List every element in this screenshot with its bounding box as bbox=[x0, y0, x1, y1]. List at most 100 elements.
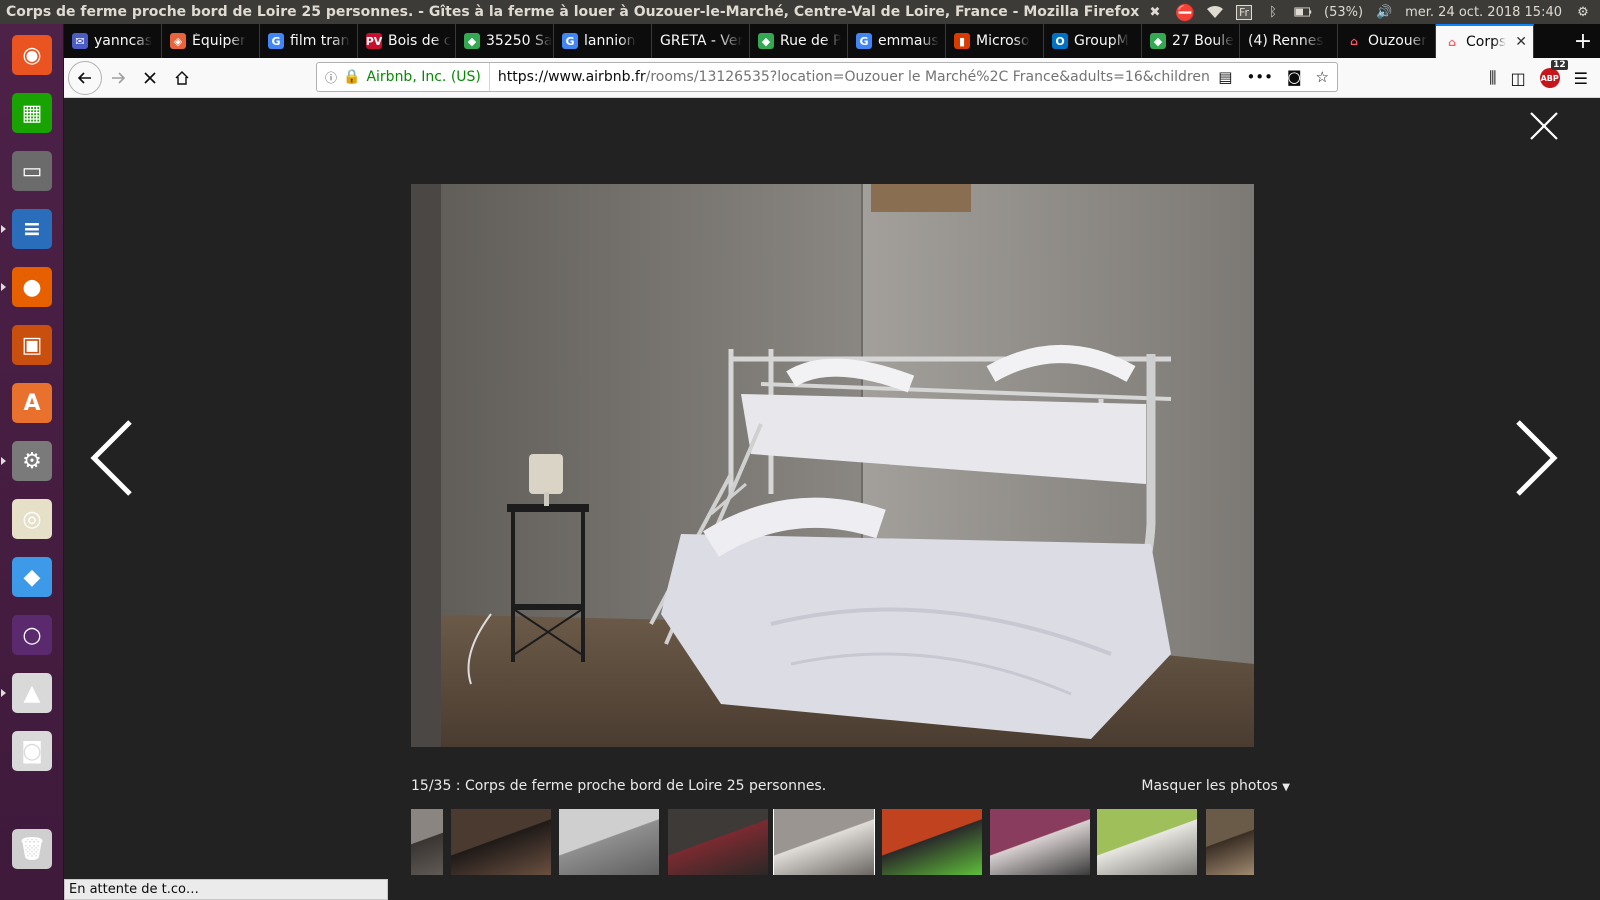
launcher-impress-presentation-button[interactable]: ▣ bbox=[7, 320, 57, 370]
photo-thumbnail[interactable] bbox=[1097, 809, 1197, 875]
launcher-ubuntu-dash-button[interactable]: ◉ bbox=[7, 30, 57, 80]
tab-favicon-icon: O bbox=[1052, 33, 1068, 49]
pocket-icon[interactable]: ◙ bbox=[1287, 68, 1302, 86]
volume-icon[interactable]: 🔊 bbox=[1375, 4, 1393, 20]
forward-button[interactable] bbox=[102, 62, 134, 94]
stop-loading-button[interactable] bbox=[134, 62, 166, 94]
calc-spreadsheet-icon: ▦ bbox=[12, 93, 52, 133]
photo-thumbnail[interactable] bbox=[990, 809, 1090, 875]
photo-thumbnail[interactable] bbox=[773, 809, 875, 875]
launcher-writer-document-button[interactable]: ≡ bbox=[7, 204, 57, 254]
unity-tweak-icon: ○ bbox=[12, 615, 52, 655]
page-actions-menu-icon[interactable]: ••• bbox=[1246, 68, 1273, 86]
lock-screen-icon: ▲ bbox=[12, 673, 52, 713]
tab-favicon-icon: ◆ bbox=[1150, 33, 1166, 49]
hamburger-menu-icon[interactable]: ☰ bbox=[1574, 69, 1588, 88]
keyboard-layout-indicator[interactable]: Fr bbox=[1235, 4, 1253, 20]
browser-tab[interactable]: Glannion bbox=[554, 24, 652, 58]
browser-tab[interactable]: (4) Rennes bbox=[1240, 24, 1338, 58]
tab-favicon-icon: PV bbox=[365, 33, 383, 49]
browser-tab[interactable]: ◆ Rue de P bbox=[750, 24, 848, 58]
photo-thumbnail[interactable] bbox=[559, 809, 659, 875]
launcher-software-center-button[interactable]: A bbox=[7, 378, 57, 428]
launcher-trash-button[interactable]: 🗑 bbox=[7, 824, 57, 874]
writer-document-icon: ≡ bbox=[12, 209, 52, 249]
trash-icon: 🗑 bbox=[12, 829, 52, 869]
new-tab-button[interactable]: + bbox=[1566, 24, 1600, 58]
browser-tab[interactable]: ◈ Équiper bbox=[162, 24, 260, 58]
reader-view-icon[interactable]: ▤ bbox=[1218, 68, 1232, 86]
battery-icon[interactable] bbox=[1294, 4, 1312, 20]
chevron-left-icon bbox=[90, 420, 132, 496]
lock-icon: 🔒 bbox=[343, 69, 361, 85]
launcher-unity-tweak-button[interactable]: ○ bbox=[7, 610, 57, 660]
software-center-icon: A bbox=[12, 383, 52, 423]
launcher-files-button[interactable]: ▭ bbox=[7, 146, 57, 196]
browser-tab[interactable]: O GroupM bbox=[1044, 24, 1142, 58]
launcher-dropbox-button[interactable]: ◆ bbox=[7, 552, 57, 602]
back-button[interactable] bbox=[68, 60, 102, 95]
main-photo bbox=[411, 184, 1254, 747]
next-photo-button[interactable] bbox=[1510, 418, 1562, 498]
previous-photo-button[interactable] bbox=[86, 418, 138, 498]
running-indicator bbox=[1, 283, 6, 291]
camera-screenshot-icon: ◙ bbox=[12, 731, 52, 771]
tab-label: Bois de c bbox=[388, 33, 452, 49]
launcher-firefox-button[interactable]: ● bbox=[7, 262, 57, 312]
url-text[interactable]: https://www.airbnb.fr/rooms/13126535?loc… bbox=[490, 69, 1210, 85]
browser-tab[interactable]: ◆ 35250 Sa bbox=[456, 24, 554, 58]
photo-viewer-overlay: 15/35 : Corps de ferme proche bord de Lo… bbox=[64, 98, 1600, 900]
site-identity[interactable]: ⓘ 🔒 Airbnb, Inc. (US) bbox=[317, 63, 490, 91]
clock[interactable]: mer. 24 oct. 2018 15:40 bbox=[1405, 5, 1562, 20]
photo-thumbnail[interactable] bbox=[451, 809, 551, 875]
bunk-bed-room-photo bbox=[411, 184, 1254, 747]
browser-tab[interactable]: ◆ 27 Boule bbox=[1142, 24, 1240, 58]
launcher-system-settings-button[interactable]: ⚙ bbox=[7, 436, 57, 486]
browser-tab[interactable]: ⌂ Ouzouer bbox=[1338, 24, 1436, 58]
tab-label: lannion bbox=[584, 33, 636, 49]
photo-thumbnail[interactable] bbox=[668, 809, 768, 875]
adblock-plus-icon[interactable]: ABP 12 bbox=[1539, 60, 1568, 88]
launcher-lock-screen-button[interactable]: ▲ bbox=[7, 668, 57, 718]
settings-gear-icon[interactable]: ⚙ bbox=[1574, 4, 1592, 20]
home-button[interactable] bbox=[166, 62, 198, 94]
close-tab-icon[interactable]: ✕ bbox=[1515, 34, 1527, 50]
browser-tab[interactable]: ▮ Microso bbox=[946, 24, 1044, 58]
browser-tab[interactable]: GRETA - Ver bbox=[652, 24, 750, 58]
launcher-rhythmbox-speaker-button[interactable]: ◎ bbox=[7, 494, 57, 544]
wifi-icon[interactable] bbox=[1206, 4, 1224, 20]
browser-tab[interactable]: Gemmaus bbox=[848, 24, 946, 58]
tab-label: GRETA - Ver bbox=[660, 33, 744, 49]
tab-label: Microso bbox=[976, 33, 1030, 49]
photo-thumbnail[interactable] bbox=[1206, 809, 1254, 875]
tab-label: (4) Rennes bbox=[1248, 33, 1324, 49]
battery-percentage: (53%) bbox=[1324, 4, 1364, 20]
adblock-label: ABP bbox=[1540, 73, 1559, 83]
tab-label: emmaus bbox=[878, 33, 939, 49]
photo-thumbnail[interactable] bbox=[411, 809, 443, 875]
ubuntu-dash-icon: ◉ bbox=[12, 35, 52, 75]
tab-favicon-icon: ⌂ bbox=[1448, 35, 1456, 49]
dropbox-icon: ◆ bbox=[12, 557, 52, 597]
launcher-camera-screenshot-button[interactable]: ◙ bbox=[7, 726, 57, 776]
close-viewer-button[interactable] bbox=[1526, 110, 1562, 146]
bookmark-star-icon[interactable]: ☆ bbox=[1316, 68, 1329, 86]
no-entry-indicator-icon[interactable]: ⛔ bbox=[1175, 3, 1195, 22]
dropbox-indicator-icon[interactable]: ✖ bbox=[1146, 4, 1164, 20]
running-indicator bbox=[1, 225, 6, 233]
bluetooth-icon[interactable]: ᛒ bbox=[1264, 4, 1282, 20]
sidebar-icon[interactable]: ◫ bbox=[1511, 69, 1526, 88]
browser-tab[interactable]: Gfilm tran bbox=[260, 24, 358, 58]
tab-strip: ✉ yanncas ◈ Équiper Gfilm tran PV Bois de c ◆ 35… bbox=[64, 24, 1600, 58]
unity-launcher: ◉ ▦ ▭ ≡ ● ▣ A ⚙ ◎ ◆ ○ ▲ ◙ 🗑 bbox=[0, 24, 64, 900]
browser-tab[interactable]: ✉ yanncas bbox=[64, 24, 162, 58]
browser-tab[interactable]: ⌂ Corps ✕ bbox=[1436, 24, 1534, 58]
running-indicator bbox=[1, 457, 6, 465]
url-bar[interactable]: ⓘ 🔒 Airbnb, Inc. (US) https://www.airbnb… bbox=[316, 62, 1338, 92]
browser-tab[interactable]: PV Bois de c bbox=[358, 24, 456, 58]
library-icon[interactable]: ⫼ bbox=[1489, 68, 1496, 88]
tab-label: 27 Boule bbox=[1172, 33, 1234, 49]
photo-thumbnail[interactable] bbox=[882, 809, 982, 875]
hide-photos-toggle[interactable]: Masquer les photos ▼ bbox=[1141, 778, 1290, 794]
launcher-calc-spreadsheet-button[interactable]: ▦ bbox=[7, 88, 57, 138]
